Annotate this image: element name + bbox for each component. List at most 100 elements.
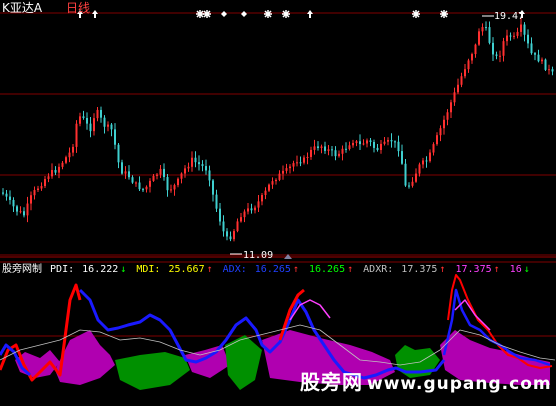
adxr-value: ADXR: 17.375 ↑ [363,264,446,275]
candle-body [12,199,15,207]
pdi-fill [225,335,262,390]
candle-body [432,144,435,153]
candle-body [551,69,554,72]
candle-body [37,188,39,191]
candle-body [495,54,498,56]
candle-body [23,211,25,216]
candle-body [418,164,421,174]
candle-body [380,143,382,151]
candle-body [317,146,319,148]
candle-body [352,142,354,146]
candle-body [408,185,410,187]
candle-body [163,168,165,178]
candle-body [93,118,95,132]
candle-body [415,173,417,182]
candle-body [464,69,466,77]
candle-body [121,162,123,174]
candle-body [236,221,239,232]
candle-body [187,166,190,169]
candle-body [320,146,323,148]
candle-body [436,135,438,145]
candle-body [30,195,32,204]
candle-body [208,170,211,181]
candle-body [488,27,491,43]
candle-body [201,164,204,167]
candle-body [75,123,78,147]
candle-body [474,44,477,55]
candle-body [159,168,162,175]
candle-body [397,141,400,152]
candle-body [502,41,505,56]
candle-body [86,118,88,124]
candle-body [439,128,442,136]
candle-body [9,196,11,200]
candle-body [492,42,494,55]
candle-body [331,149,333,151]
candle-body [61,162,64,167]
candle-body [229,236,232,240]
candle-body [366,140,368,144]
candle-body [422,160,424,165]
candle-body [128,171,130,178]
candle-body [303,157,305,163]
candle-body [338,153,340,157]
candle-body [180,173,183,179]
candle-body [149,180,151,187]
chart-canvas[interactable]: 19.4711.09 [0,0,556,406]
pdi-value: PDI: 16.222 ↓ [50,264,127,275]
star-marker-icon [264,10,272,18]
candle-body [523,24,526,35]
candle-body [292,163,295,167]
candle-body [82,116,85,119]
candle-body [89,123,92,132]
candle-body [222,221,225,232]
candle-body [460,76,463,85]
candle-body [429,152,431,162]
candle-body [54,169,57,173]
candle-body [520,24,522,32]
high-price-label: 19.47 [494,11,524,22]
candle-body [278,173,281,180]
candle-body [485,27,487,29]
candle-body [516,31,519,36]
candle-body [534,53,536,55]
candle-body [51,169,53,177]
candle-body [103,117,106,127]
candle-body [16,206,18,212]
candle-body [135,182,137,184]
candle-body [131,177,134,183]
candle-body [100,109,102,118]
candle-body [240,217,242,222]
candle-body [268,184,270,191]
candle-body [544,59,547,70]
candle-body [345,148,347,150]
candle-body [310,149,312,157]
mdi-value: MDI: 25.667 ↑ [136,264,213,275]
period-label: 日线 [66,1,91,15]
candle-body [250,208,253,211]
candle-body [257,201,260,208]
candle-body [527,34,529,44]
candle-body [107,124,109,127]
star-marker-icon [412,10,420,18]
candle-body [443,119,445,129]
star-marker-icon [196,10,204,18]
candle-body [541,59,543,62]
candle-body [383,141,386,144]
candle-body [243,211,246,218]
candle-body [506,35,508,42]
diamond-marker-icon [221,11,227,17]
candle-body [306,156,309,158]
stock-chart-window: 19.47 11.09 K亚达A 日线 股旁网制 PDI: 16.222 ↓ MDI… [0,0,556,406]
candle-body [373,141,375,148]
candle-body [114,129,116,145]
candle-body [285,168,288,171]
candle-body [226,231,228,237]
stock-title: K亚达A [2,1,43,15]
candle-body [219,208,221,222]
candle-body [341,148,344,154]
indicator-name: 股旁网制 [2,264,42,275]
arrow-up-marker-icon [307,10,313,18]
candle-body [72,146,74,153]
candle-body [247,208,249,212]
